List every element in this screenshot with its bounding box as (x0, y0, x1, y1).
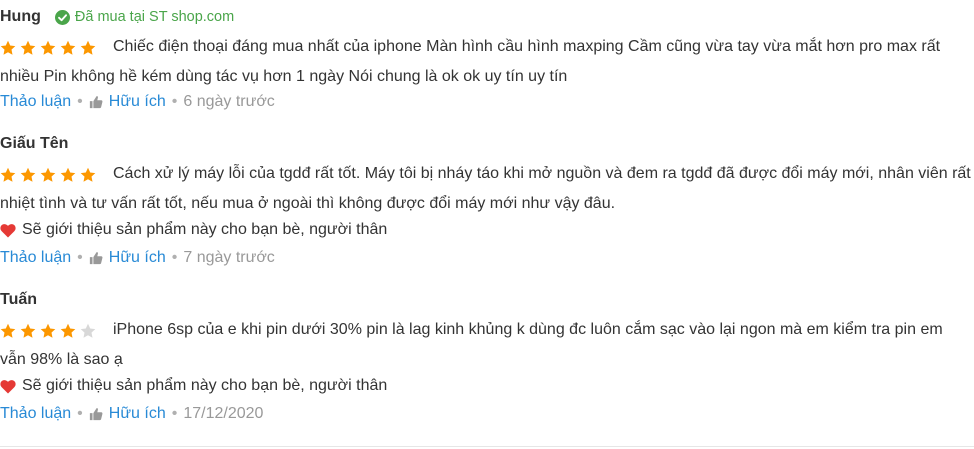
separator-dot: • (171, 405, 178, 422)
review-text: Chiếc điện thoại đáng mua nhất của iphon… (0, 38, 941, 85)
review-author: Tuấn (0, 291, 38, 308)
separator-dot: • (77, 249, 83, 266)
discuss-link[interactable]: Thảo luận (0, 405, 71, 423)
recommend-note: Sẽ giới thiệu sản phẩm này cho bạn bè, n… (0, 375, 387, 397)
review-time: 17/12/2020 (183, 405, 264, 422)
review-body: iPhone 6sp của e khi pin dưới 30% pin là… (0, 315, 972, 374)
star-filled-icon (60, 323, 76, 339)
review-author: Hung (0, 8, 41, 25)
helpful-link[interactable]: Hữu ích (109, 405, 166, 423)
separator-dot: • (171, 93, 178, 110)
star-filled-icon (20, 167, 36, 183)
review-header: Tuấn (0, 289, 37, 311)
helpful-link[interactable]: Hữu ích (109, 93, 166, 111)
star-filled-icon (40, 40, 56, 56)
rating-stars (0, 160, 100, 189)
review-author: Giấu Tên (0, 135, 69, 152)
review-actions: Thảo luận • Hữu ích • 7 ngày trước (0, 247, 275, 269)
review-text: Cách xử lý máy lỗi của tgdđ rất tốt. Máy… (0, 165, 971, 212)
star-filled-icon (80, 167, 96, 183)
review-actions: Thảo luận • Hữu ích • 6 ngày trước (0, 91, 275, 113)
thumbs-up-icon[interactable] (89, 251, 103, 265)
star-filled-icon (20, 40, 36, 56)
review-header: Giấu Tên (0, 133, 68, 155)
review-actions: Thảo luận • Hữu ích • 17/12/2020 (0, 403, 263, 425)
review-body: Chiếc điện thoại đáng mua nhất của iphon… (0, 32, 972, 91)
verified-purchase-badge: Đã mua tại ST shop.com (54, 9, 235, 25)
thumbs-up-icon[interactable] (89, 95, 103, 109)
heart-icon (0, 379, 16, 393)
separator-dot: • (77, 93, 83, 110)
star-filled-icon (60, 40, 76, 56)
review-header: Hung Đã mua tại ST shop.com (0, 6, 234, 28)
separator-dot: • (77, 405, 83, 422)
separator-dot: • (171, 249, 178, 266)
check-circle-icon (54, 9, 70, 25)
star-filled-icon (0, 40, 16, 56)
helpful-link[interactable]: Hữu ích (109, 249, 166, 267)
discuss-link[interactable]: Thảo luận (0, 249, 71, 267)
heart-icon (0, 223, 16, 237)
discuss-link[interactable]: Thảo luận (0, 93, 71, 111)
review-time: 7 ngày trước (183, 249, 275, 266)
star-filled-icon (0, 323, 16, 339)
star-empty-icon (80, 323, 96, 339)
star-filled-icon (40, 323, 56, 339)
review-text: iPhone 6sp của e khi pin dưới 30% pin là… (0, 321, 943, 368)
rating-stars (0, 33, 100, 62)
verified-label: Đã mua tại ST shop.com (74, 9, 235, 25)
star-filled-icon (80, 40, 96, 56)
review-body: Cách xử lý máy lỗi của tgdđ rất tốt. Máy… (0, 159, 972, 218)
star-filled-icon (20, 323, 36, 339)
recommend-text: Sẽ giới thiệu sản phẩm này cho bạn bè, n… (22, 221, 388, 238)
recommend-note: Sẽ giới thiệu sản phẩm này cho bạn bè, n… (0, 219, 387, 241)
review-time: 6 ngày trước (183, 93, 275, 110)
rating-stars (0, 316, 100, 345)
recommend-text: Sẽ giới thiệu sản phẩm này cho bạn bè, n… (22, 377, 388, 394)
thumbs-up-icon[interactable] (89, 407, 103, 421)
section-divider (0, 446, 974, 447)
star-filled-icon (60, 167, 76, 183)
star-filled-icon (0, 167, 16, 183)
star-filled-icon (40, 167, 56, 183)
